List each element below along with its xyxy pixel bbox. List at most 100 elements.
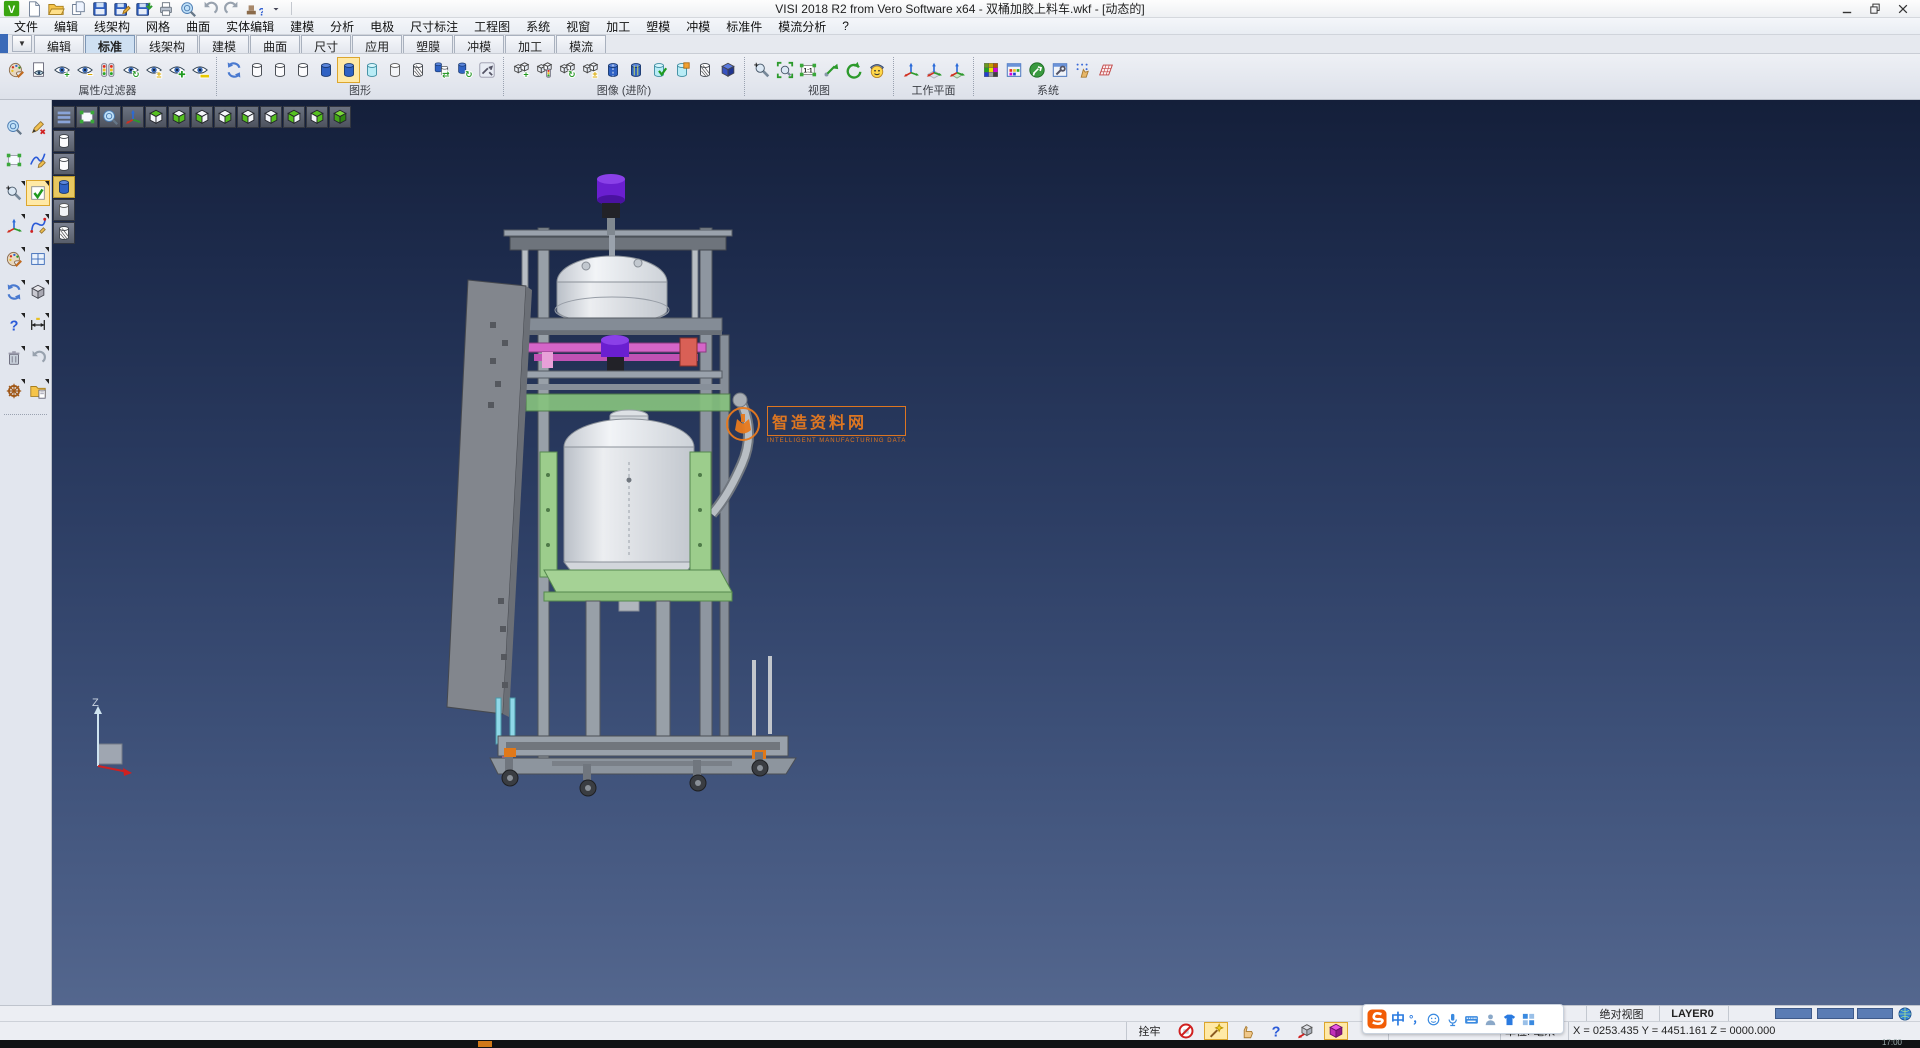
menu-item-8[interactable]: 电极 bbox=[362, 18, 402, 35]
delete-tool[interactable] bbox=[2, 345, 26, 371]
hide-entities[interactable]: − bbox=[73, 57, 96, 83]
shade-transparent[interactable] bbox=[360, 57, 383, 83]
menu-item-18[interactable]: ? bbox=[834, 19, 857, 33]
menu-item-3[interactable]: 网格 bbox=[138, 18, 178, 35]
ime-skin[interactable] bbox=[1502, 1012, 1517, 1027]
selection-settings[interactable] bbox=[1071, 57, 1094, 83]
tab-6[interactable]: 应用 bbox=[352, 35, 402, 53]
menu-item-15[interactable]: 冲模 bbox=[678, 18, 718, 35]
tab-4[interactable]: 曲面 bbox=[250, 35, 300, 53]
close-button[interactable] bbox=[1892, 1, 1914, 16]
taskbar-app-peek[interactable] bbox=[478, 1041, 492, 1047]
save-button[interactable] bbox=[90, 0, 110, 17]
view-right[interactable] bbox=[214, 106, 236, 128]
rotate-view-button[interactable] bbox=[842, 57, 865, 83]
strip-flat[interactable] bbox=[53, 199, 75, 221]
zoom-in-button[interactable]: + bbox=[750, 57, 773, 83]
zoom-window-tool[interactable] bbox=[2, 147, 26, 173]
snap-disabled-toggle[interactable] bbox=[1174, 1022, 1198, 1040]
regen-tool[interactable] bbox=[2, 279, 26, 305]
viewport-3d[interactable]: Z 智造资料网 INTELLIGENT MANUFACTURI bbox=[52, 100, 1920, 1005]
edit-curve-tool[interactable] bbox=[26, 147, 50, 173]
view-mode-cell[interactable]: 绝对视图 bbox=[1586, 1006, 1656, 1021]
shade-solid[interactable] bbox=[314, 57, 337, 83]
help-tool[interactable]: ? bbox=[2, 312, 26, 338]
tab-9[interactable]: 加工 bbox=[505, 35, 555, 53]
undo-button[interactable] bbox=[200, 0, 220, 17]
ime-voice[interactable] bbox=[1445, 1012, 1460, 1027]
show-entities[interactable]: + bbox=[50, 57, 73, 83]
save-export-button[interactable] bbox=[134, 0, 154, 17]
filter-properties[interactable] bbox=[27, 57, 50, 83]
shade-flat[interactable] bbox=[383, 57, 406, 83]
tab-overflow-dropdown[interactable]: ▼ bbox=[12, 35, 32, 52]
solid-direction-toggle[interactable] bbox=[1294, 1022, 1318, 1040]
view-iso-right[interactable] bbox=[306, 106, 328, 128]
menu-item-6[interactable]: 建模 bbox=[282, 18, 322, 35]
tab-10[interactable]: 模流 bbox=[556, 35, 606, 53]
regen-graphics[interactable] bbox=[222, 57, 245, 83]
edit-delete-tool[interactable] bbox=[26, 114, 50, 140]
help-assistant-button[interactable]: ? bbox=[244, 0, 264, 17]
undo-tool[interactable] bbox=[26, 345, 50, 371]
view-menu[interactable] bbox=[53, 106, 75, 128]
workplane-triad-tool[interactable] bbox=[2, 213, 26, 239]
shade-hidden-line[interactable] bbox=[268, 57, 291, 83]
edit-spline-tool[interactable] bbox=[26, 213, 50, 239]
adv-view-manager[interactable] bbox=[532, 57, 555, 83]
ime-keyboard[interactable] bbox=[1464, 1012, 1479, 1027]
menu-item-0[interactable]: 文件 bbox=[6, 18, 46, 35]
adv-add-view[interactable]: + bbox=[509, 57, 532, 83]
menu-item-4[interactable]: 曲面 bbox=[178, 18, 218, 35]
view-orientation-button[interactable] bbox=[865, 57, 888, 83]
workplane-align[interactable] bbox=[922, 57, 945, 83]
machine-model[interactable] bbox=[52, 100, 1920, 1005]
visi-logo[interactable]: V bbox=[2, 0, 22, 17]
menu-item-16[interactable]: 标准件 bbox=[718, 18, 770, 35]
tab-8[interactable]: 冲模 bbox=[454, 35, 504, 53]
shade-dashed[interactable] bbox=[291, 57, 314, 83]
ime-toolbox[interactable] bbox=[1521, 1012, 1536, 1027]
context-help-toggle[interactable]: ? bbox=[1264, 1022, 1288, 1040]
adv-toggle-view[interactable]: ± bbox=[578, 57, 601, 83]
adv-annotated-view[interactable] bbox=[670, 57, 693, 83]
zoom-1-1-button[interactable]: 1:1 bbox=[796, 57, 819, 83]
save-as-button[interactable] bbox=[112, 0, 132, 17]
tab-0[interactable]: 编辑 bbox=[34, 35, 84, 53]
grid-settings[interactable] bbox=[1094, 57, 1117, 83]
adv-striped-view[interactable] bbox=[624, 57, 647, 83]
shade-wireframe[interactable] bbox=[245, 57, 268, 83]
shade-multi[interactable]: ⇄ bbox=[429, 57, 452, 83]
toggle-visibility[interactable]: ± bbox=[142, 57, 165, 83]
magic-select-toggle[interactable] bbox=[1204, 1022, 1228, 1040]
menu-item-5[interactable]: 实体编辑 bbox=[218, 18, 282, 35]
shade-solid-edges[interactable] bbox=[337, 57, 360, 83]
pan-zoom-tool[interactable] bbox=[2, 114, 26, 140]
workplane-move[interactable] bbox=[945, 57, 968, 83]
strip-shaded[interactable] bbox=[53, 176, 75, 198]
import-file-button[interactable] bbox=[68, 0, 88, 17]
menu-item-17[interactable]: 模流分析 bbox=[770, 18, 834, 35]
menu-item-13[interactable]: 加工 bbox=[598, 18, 638, 35]
menu-item-11[interactable]: 系统 bbox=[518, 18, 558, 35]
zoom-fit-view[interactable] bbox=[76, 106, 98, 128]
menu-item-10[interactable]: 工程图 bbox=[466, 18, 518, 35]
show-all[interactable]: ✚ bbox=[165, 57, 188, 83]
view-axes[interactable] bbox=[122, 106, 144, 128]
adv-hatched-view[interactable] bbox=[693, 57, 716, 83]
adv-validate-view[interactable] bbox=[647, 57, 670, 83]
view-top[interactable] bbox=[145, 106, 167, 128]
measure-tool[interactable] bbox=[26, 312, 50, 338]
shade-hatched[interactable] bbox=[406, 57, 429, 83]
ime-lang-toggle[interactable]: 中 bbox=[1391, 1009, 1405, 1029]
view-bottom[interactable] bbox=[168, 106, 190, 128]
file-manager-tool[interactable] bbox=[26, 378, 50, 404]
menu-item-9[interactable]: 尺寸标注 bbox=[402, 18, 466, 35]
tab-5[interactable]: 尺寸 bbox=[301, 35, 351, 53]
lock-toggle[interactable]: 拴牢 bbox=[1126, 1022, 1172, 1040]
minimize-button[interactable] bbox=[1836, 1, 1858, 16]
display-settings[interactable] bbox=[1002, 57, 1025, 83]
shade-settings[interactable] bbox=[475, 57, 498, 83]
refresh-visibility[interactable]: ↻ bbox=[119, 57, 142, 83]
workplane-new[interactable] bbox=[899, 57, 922, 83]
